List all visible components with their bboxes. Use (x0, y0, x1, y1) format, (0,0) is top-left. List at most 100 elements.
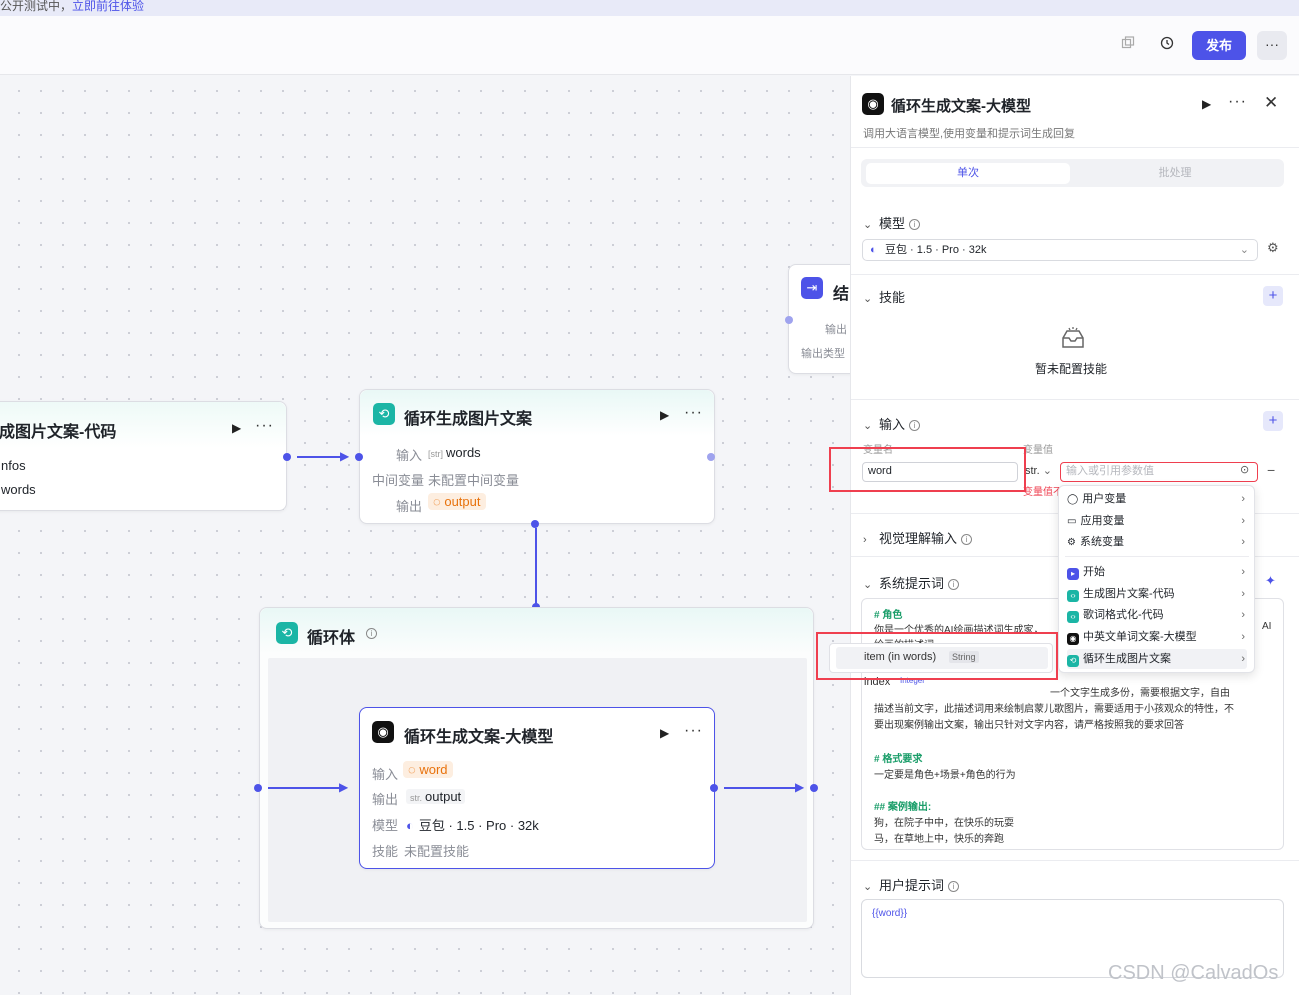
tab-batch[interactable]: 批处理 (1071, 163, 1279, 184)
history-icon[interactable] (1155, 33, 1179, 57)
chevron-right-icon: › (863, 534, 867, 546)
more-icon[interactable]: ··· (684, 722, 703, 740)
menu-item-sys-vars[interactable]: ⚙ 系统变量 › (1067, 532, 1247, 552)
info-icon[interactable]: i (961, 534, 973, 545)
play-icon[interactable]: ▶ (660, 408, 669, 422)
info-icon[interactable]: i (909, 219, 921, 230)
loop-node[interactable]: ⟲ 循环生成图片文案 ▶ ··· 输入 [str] words 中间变量 未配置中… (359, 389, 715, 524)
chevron-right-icon: › (1241, 609, 1245, 621)
menu-item-code-2[interactable]: ‹› 歌词格式化-代码 › (1067, 605, 1247, 625)
arrow-icon: ▶ (795, 780, 805, 794)
menu-item-start[interactable]: ▸ 开始 › (1067, 562, 1247, 582)
publish-button[interactable]: 发布 (1192, 31, 1246, 60)
more-icon[interactable]: ··· (255, 417, 274, 435)
model-select[interactable]: ◐ 豆包 · 1.5 · Pro · 32k ⌄ (862, 239, 1258, 261)
menu-item-app-vars[interactable]: ▭ 应用变量 › (1067, 511, 1247, 531)
info-icon[interactable]: i (366, 628, 377, 639)
reference-icon[interactable]: ⊙ (1240, 463, 1249, 476)
chevron-down-icon: ⌄ (863, 293, 873, 305)
var-type-select[interactable]: str. ⌄ (1025, 464, 1052, 477)
ai-optimize-icon[interactable]: ✦ (1265, 573, 1276, 589)
llm-out-port[interactable] (710, 784, 718, 792)
body-left-port[interactable] (254, 784, 262, 792)
info-icon[interactable]: i (948, 881, 960, 892)
add-skill-button[interactable]: + (1263, 286, 1283, 306)
var-error-text: 变量值不 (1023, 487, 1063, 498)
doubao-icon: ◐ (870, 244, 877, 256)
doubao-icon: ◐ (406, 818, 414, 833)
announcement-banner: 公开测试中，立即前往体验 (0, 0, 1299, 16)
visual-section-header[interactable]: › 视觉理解输入 i (863, 528, 973, 547)
tab-single[interactable]: 单次 (866, 163, 1070, 184)
chevron-right-icon: › (1241, 493, 1245, 505)
menu-item-code-1[interactable]: ‹› 生成图片文案-代码 › (1067, 584, 1247, 604)
watermark: CSDN @CalvadOs (1108, 962, 1279, 984)
end-node[interactable]: ⇥ 结 输出 输出类型 (788, 264, 850, 374)
skill-section-header[interactable]: ⌄ 技能 (863, 287, 905, 306)
model-section-header[interactable]: ⌄ 模型 i (863, 213, 921, 232)
code-node-out-port[interactable] (283, 453, 291, 461)
body-right-port[interactable] (810, 784, 818, 792)
info-icon[interactable]: i (948, 579, 960, 590)
chevron-down-icon: ⌄ (863, 219, 873, 231)
loop-mid-label: 中间变量 (372, 473, 425, 488)
loop-mid-value: 未配置中间变量 (428, 473, 520, 488)
prompt-line: # 格式要求 (874, 754, 923, 765)
play-icon[interactable]: ▶ (1202, 97, 1211, 111)
array-tag: [str] (428, 449, 443, 459)
more-icon[interactable]: ··· (1228, 93, 1247, 111)
play-icon[interactable]: ▶ (232, 421, 241, 435)
loop-node-title: 循环生成图片文案 (404, 411, 533, 428)
loop-body-icon: ⟲ (276, 622, 298, 644)
prompt-line: 描述当前文字，此描述词用来绘制启蒙儿歌图片，需要适用于小孩观众的特性，不 (874, 704, 1234, 715)
prompt-line: 马，在草地上中，快乐的奔跑 (874, 834, 1004, 845)
edge-loop-body (535, 528, 537, 605)
system-prompt-header[interactable]: ⌄ 系统提示词 i (863, 573, 960, 592)
divider (851, 860, 1299, 861)
end-icon: ⇥ (801, 277, 823, 299)
code-node[interactable]: 成图片文案-代码 ▶ ··· nfos words (0, 401, 287, 511)
input-section-header[interactable]: ⌄ 输入 i (863, 414, 921, 433)
prompt-line: 狗，在院子中中，在快乐的玩耍 (874, 818, 1014, 829)
llm-icon: ◉ (1067, 633, 1079, 645)
loop-body-port[interactable] (531, 520, 539, 528)
play-icon[interactable]: ▶ (660, 726, 669, 740)
divider (851, 147, 1299, 148)
info-icon[interactable]: i (909, 420, 921, 431)
user-prompt-header[interactable]: ⌄ 用户提示词 i (863, 875, 960, 894)
loop-out-port[interactable] (707, 453, 715, 461)
menu-item-user-vars[interactable]: ◯ 用户变量 › (1067, 489, 1247, 509)
chevron-right-icon: › (1241, 653, 1245, 665)
prompt-line: 一个文字生成多份，需要根据文字，自由 (1050, 688, 1230, 699)
end-node-in-port[interactable] (785, 316, 793, 324)
settings-icon[interactable]: ⚙ (1267, 240, 1279, 256)
divider (1065, 556, 1249, 557)
llm-input-pill: ◌ word (403, 761, 453, 778)
more-button[interactable]: ··· (1257, 31, 1287, 60)
menu-item-loop[interactable]: ⟲ 循环生成图片文案 › (1067, 649, 1247, 669)
workflow-canvas[interactable]: 成图片文案-代码 ▶ ··· nfos words ▶ ⇥ 结 输出 输出类型 … (0, 76, 850, 995)
loop-output-label: 输出 (396, 499, 423, 514)
loop-in-port[interactable] (355, 453, 363, 461)
empty-box-icon (1060, 326, 1086, 357)
divider (851, 399, 1299, 400)
header-toolbar: 发布 ··· (0, 16, 1299, 75)
more-icon[interactable]: ··· (684, 404, 703, 422)
close-icon[interactable]: ✕ (1264, 93, 1278, 113)
add-input-button[interactable]: + (1263, 411, 1283, 431)
end-node-title: 结 (833, 286, 850, 303)
loop-icon: ⟲ (1067, 655, 1079, 667)
var-value-label: 变量值 (1023, 445, 1053, 456)
prompt-line: ## 案例输出: (874, 802, 932, 813)
banner-link[interactable]: 立即前往体验 (72, 0, 144, 13)
var-value-input[interactable]: 输入或引用参数值 (1060, 462, 1258, 482)
llm-node[interactable]: ◉ 循环生成文案-大模型 ▶ ··· 输入 ◌ word 输出 str. outp… (359, 707, 715, 869)
llm-icon: ◉ (372, 721, 394, 743)
edge-body-llm (268, 787, 345, 789)
code-node-output-2: words (1, 482, 36, 497)
copy-icon[interactable] (1116, 33, 1140, 57)
menu-item-llm[interactable]: ◉ 中英文单词文案-大模型 › (1067, 627, 1247, 647)
end-node-output-label: 输出 (825, 324, 847, 336)
prompt-line: # 角色 (874, 610, 903, 621)
remove-input-icon[interactable]: − (1267, 462, 1275, 478)
